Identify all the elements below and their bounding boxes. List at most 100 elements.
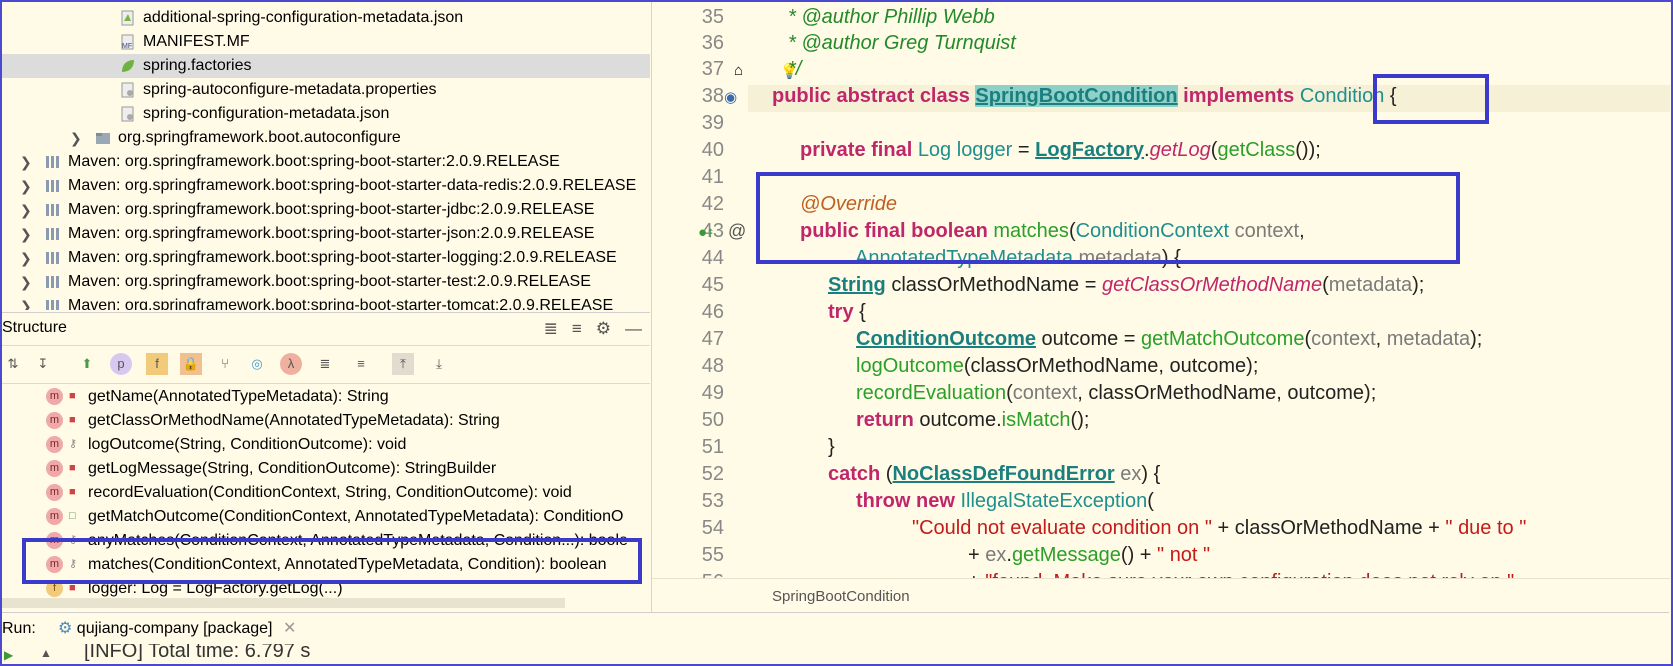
run-icon[interactable]: ▶	[4, 648, 13, 662]
implements-method-icon[interactable]: ●↑	[698, 224, 715, 241]
autoscroll-to-source-icon[interactable]: ⤒	[392, 353, 414, 375]
code-line: AnnotatedTypeMetadata metadata) {	[855, 247, 1181, 269]
autoscroll-from-source-icon[interactable]: ⤓	[428, 353, 450, 375]
package-icon	[96, 133, 110, 144]
library-icon	[46, 180, 59, 192]
structure-item[interactable]: m ■ getLogMessage(String, ConditionOutco…	[0, 457, 650, 481]
structure-item-label: matches(ConditionContext, AnnotatedTypeM…	[88, 556, 607, 573]
tree-item-label: Maven: org.springframework.boot:spring-b…	[68, 201, 595, 218]
tree-item[interactable]: MF MANIFEST.MF	[0, 30, 650, 54]
tree-item[interactable]: ❯ Maven: org.springframework.boot:spring…	[0, 198, 650, 222]
library-icon	[46, 204, 59, 216]
chevron-right-icon[interactable]: ❯	[70, 126, 82, 150]
line-number: 35	[701, 6, 724, 28]
tree-item[interactable]: additional-spring-configuration-metadata…	[0, 6, 650, 30]
line-number: 55	[701, 544, 724, 566]
line-number: 48	[701, 355, 724, 377]
tree-item-label: spring.factories	[143, 57, 252, 74]
tree-item[interactable]: ❯ Maven: org.springframework.boot:spring…	[0, 246, 650, 270]
tree-item[interactable]: ❯ Maven: org.springframework.boot:spring…	[0, 222, 650, 246]
tree-item-label: spring-configuration-metadata.json	[143, 105, 390, 122]
hierarchy-icon[interactable]: ⑂	[214, 353, 236, 375]
structure-item-label: getMatchOutcome(ConditionContext, Annota…	[88, 508, 624, 525]
sort-alphabetically-icon[interactable]: ↧	[32, 353, 54, 375]
structure-item[interactable]: m ■ getClassOrMethodName(AnnotatedTypeMe…	[0, 409, 650, 433]
svg-text:MF: MF	[122, 43, 132, 50]
code-line: @Override	[800, 193, 897, 215]
collapse-icon[interactable]: ≡	[350, 353, 372, 375]
private-lock-icon: ■	[69, 582, 76, 594]
line-number: 50	[701, 409, 724, 431]
run-tab[interactable]: ⚙ qujiang-company [package] ✕	[58, 613, 296, 645]
abstract-method-icon: m	[46, 508, 63, 525]
chevron-right-icon[interactable]: ❯	[20, 222, 32, 246]
show-properties-icon[interactable]: p	[110, 353, 132, 375]
show-fields-icon[interactable]: f	[146, 353, 168, 375]
code-line: throw new IllegalStateException(	[856, 490, 1154, 512]
chevron-right-icon[interactable]: ❯	[20, 174, 32, 198]
project-tree: additional-spring-configuration-metadata…	[0, 0, 650, 310]
gear-icon[interactable]: ⚙	[596, 319, 611, 339]
annotation-marker-icon[interactable]: @	[728, 221, 746, 242]
minimize-icon[interactable]: —	[625, 319, 642, 339]
library-icon	[46, 156, 59, 168]
run-toolbar: Run: ⚙ qujiang-company [package] ✕	[0, 612, 1669, 645]
tree-item[interactable]: ❯ Maven: org.springframework.boot:spring…	[0, 294, 650, 310]
expand-all-icon[interactable]: ≣	[544, 319, 558, 339]
tree-item[interactable]: spring-autoconfigure-metadata.properties	[0, 78, 650, 102]
json-file-icon	[121, 106, 134, 122]
tree-item[interactable]: ❯ org.springframework.boot.autoconfigure	[0, 126, 650, 150]
structure-item[interactable]: m ■ getName(AnnotatedTypeMetadata): Stri…	[0, 385, 650, 409]
chevron-right-icon[interactable]: ❯	[20, 150, 32, 174]
lambdas-icon[interactable]: λ	[280, 353, 302, 375]
protected-key-icon: ⚷	[69, 438, 78, 450]
method-icon: m	[46, 412, 63, 429]
json-file-icon	[121, 10, 134, 26]
line-number: 45	[701, 274, 724, 296]
private-lock-icon: ■	[69, 414, 76, 426]
method-icon: m	[46, 388, 63, 405]
class-name: SpringBootCondition	[975, 85, 1178, 107]
manifest-file-icon: MF	[121, 34, 134, 50]
implements-marker-icon[interactable]: ◉	[724, 88, 737, 106]
tree-item-selected[interactable]: spring.factories	[0, 54, 650, 78]
anonymous-classes-icon[interactable]: ◎	[246, 353, 268, 375]
line-number: 39	[701, 112, 724, 134]
line-number: 49	[701, 382, 724, 404]
expand-icon[interactable]: ≣	[314, 353, 336, 375]
code-line: try {	[828, 301, 866, 323]
tree-item[interactable]: ❯ Maven: org.springframework.boot:spring…	[0, 150, 650, 174]
tree-item[interactable]: ❯ Maven: org.springframework.boot:spring…	[0, 270, 650, 294]
close-icon[interactable]: ✕	[283, 620, 296, 637]
chevron-right-icon[interactable]: ❯	[20, 294, 32, 310]
structure-item[interactable]: m ⚷ anyMatches(ConditionContext, Annotat…	[0, 529, 650, 553]
code-editor[interactable]: 35 36 37 38 39 40 41 42 43 44 45 46 47 4…	[651, 0, 1670, 613]
tree-item[interactable]: spring-configuration-metadata.json	[0, 102, 650, 126]
breadcrumb[interactable]: SpringBootCondition	[772, 588, 910, 605]
collapse-all-icon[interactable]: ≡	[572, 319, 582, 339]
library-icon	[46, 300, 59, 310]
protected-key-icon: ⚷	[69, 534, 78, 546]
structure-item[interactable]: m □ getMatchOutcome(ConditionContext, An…	[0, 505, 650, 529]
code-line: return outcome.isMatch();	[856, 409, 1090, 431]
scroll-up-icon[interactable]: ▲	[40, 646, 52, 660]
chevron-right-icon[interactable]: ❯	[20, 198, 32, 222]
structure-item-matches[interactable]: m ⚷ matches(ConditionContext, AnnotatedT…	[0, 553, 650, 577]
method-icon: m	[46, 532, 63, 549]
line-number: 47	[701, 328, 724, 350]
inherited-icon[interactable]: ⬆	[76, 353, 98, 375]
line-number: 38	[701, 85, 724, 107]
sort-by-visibility-icon[interactable]: ⇅	[2, 353, 24, 375]
show-non-public-icon[interactable]: 🔒	[180, 353, 202, 375]
structure-item[interactable]: m ■ recordEvaluation(ConditionContext, S…	[0, 481, 650, 505]
line-number: 52	[701, 463, 724, 485]
code-line: public final boolean matches(ConditionCo…	[800, 220, 1305, 242]
structure-panel: Structure ≣ ≡ ⚙ — ⇅ ↧ ⬆ p f 🔒 ⑂ ◎ λ ≣ ≡ …	[0, 312, 650, 613]
fold-marker-icon[interactable]: ⌂	[734, 62, 743, 79]
horizontal-scrollbar[interactable]	[0, 598, 565, 608]
chevron-right-icon[interactable]: ❯	[20, 270, 32, 294]
chevron-right-icon[interactable]: ❯	[20, 246, 32, 270]
tree-item[interactable]: ❯ Maven: org.springframework.boot:spring…	[0, 174, 650, 198]
structure-item[interactable]: m ⚷ logOutcome(String, ConditionOutcome)…	[0, 433, 650, 457]
public-lock-icon: □	[69, 510, 76, 522]
